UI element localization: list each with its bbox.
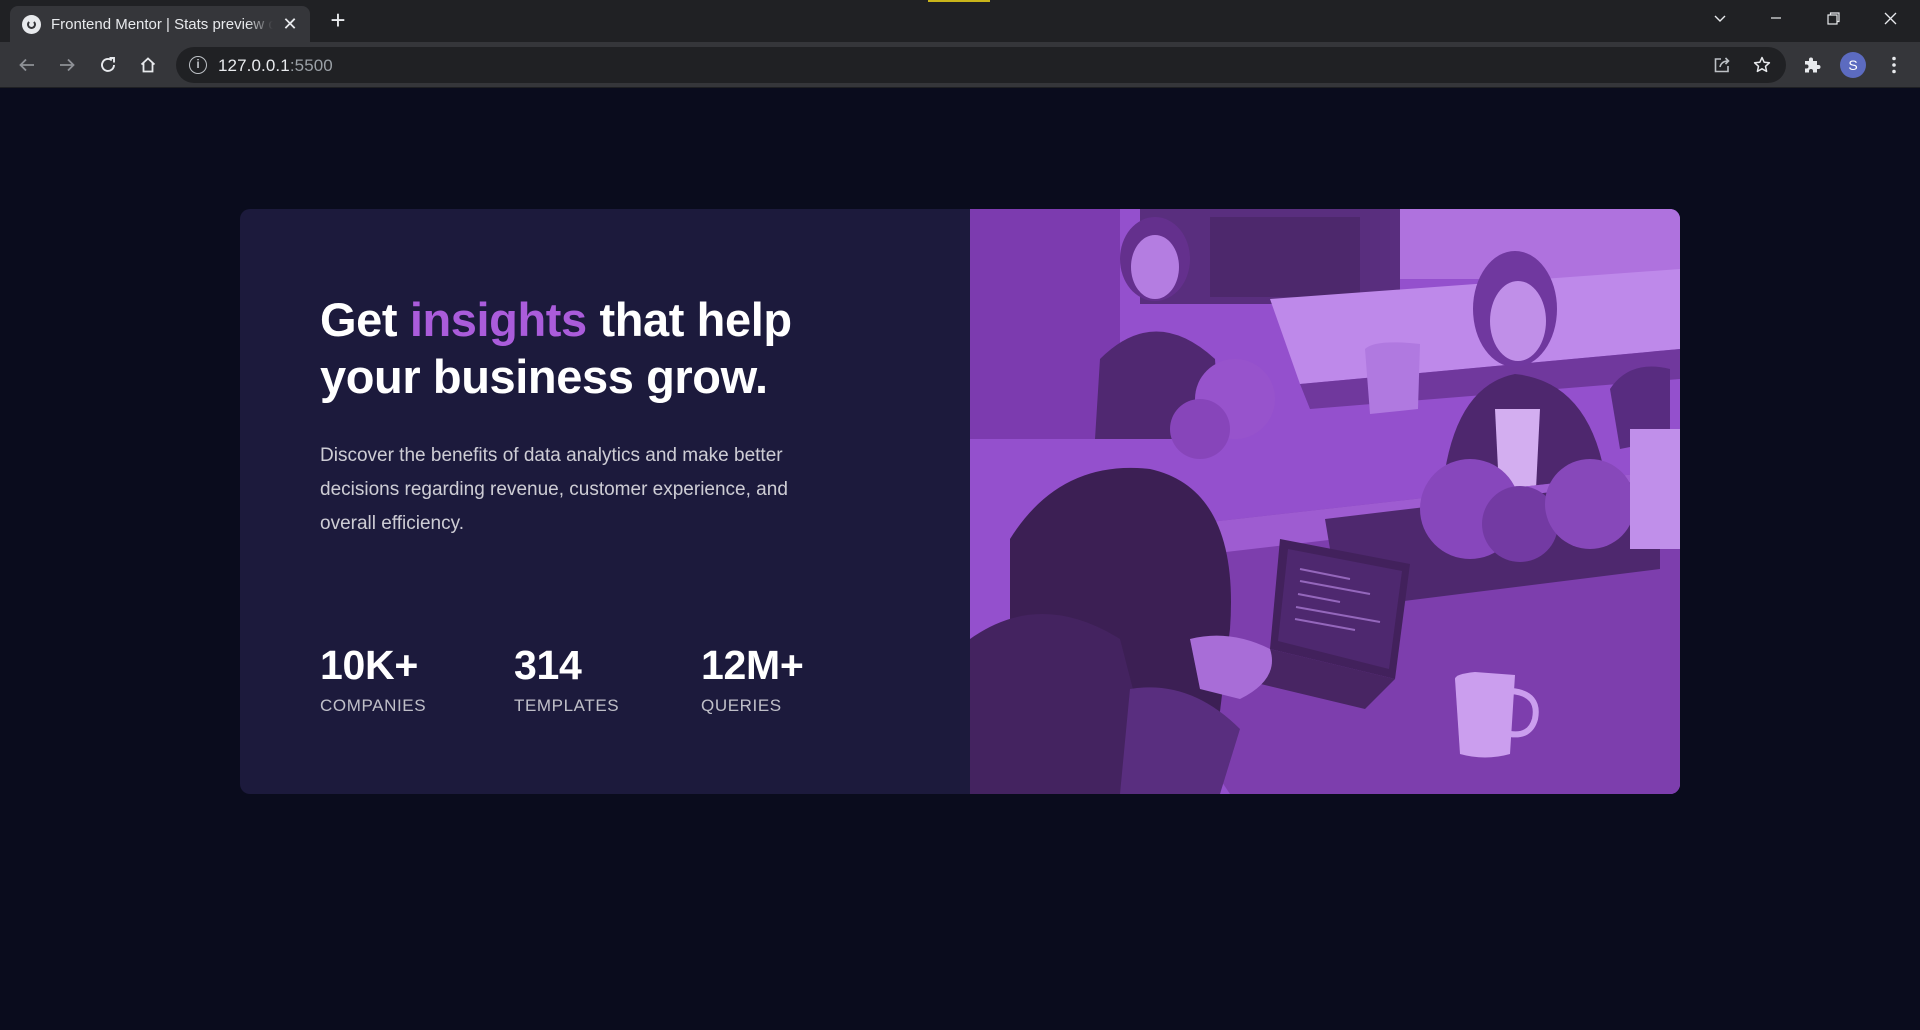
star-icon xyxy=(1753,56,1771,73)
card-description: Discover the benefits of data analytics … xyxy=(320,445,788,534)
stat-queries: 12M+ QUERIES xyxy=(701,642,804,716)
stat-label: TEMPLATES xyxy=(514,696,620,715)
site-info-icon[interactable]: i xyxy=(189,56,207,74)
browser-toolbar: i 127.0.0.1:5500 S xyxy=(0,42,1920,88)
office-photo-illustration xyxy=(970,209,1680,794)
home-icon xyxy=(140,57,156,73)
reload-button[interactable] xyxy=(91,48,125,82)
bookmark-button[interactable] xyxy=(1750,53,1774,77)
card-headline: Get insights that help your business gro… xyxy=(320,291,880,405)
new-tab-button[interactable]: + xyxy=(326,7,350,33)
url-port: :5500 xyxy=(289,56,333,75)
chevron-down-icon xyxy=(1714,15,1726,22)
office-photo xyxy=(970,209,1680,794)
reload-icon xyxy=(101,57,115,72)
restore-icon xyxy=(1826,11,1840,25)
stats-preview-card: Get insights that help your business gro… xyxy=(240,209,1680,794)
address-bar[interactable]: i 127.0.0.1:5500 xyxy=(176,47,1786,83)
browser-tab[interactable]: Frontend Mentor | Stats preview card com… xyxy=(10,6,310,42)
more-vertical-icon xyxy=(1892,56,1896,74)
minimize-button[interactable] xyxy=(1748,0,1804,36)
tab-search-button[interactable] xyxy=(1692,0,1748,36)
headline-accent: insights xyxy=(409,293,587,346)
stat-value: 12M+ xyxy=(701,642,804,688)
arrow-right-icon xyxy=(60,58,75,72)
stat-templates: 314 TEMPLATES xyxy=(514,642,619,716)
address-url[interactable]: 127.0.0.1:5500 xyxy=(218,56,333,76)
tab-title: Frontend Mentor | Stats preview card com… xyxy=(51,15,273,33)
forward-button[interactable] xyxy=(50,48,84,82)
arrow-left-icon xyxy=(19,58,34,72)
stat-label: COMPANIES xyxy=(320,696,427,715)
url-host: 127.0.0.1 xyxy=(218,56,290,75)
back-button[interactable] xyxy=(10,48,44,82)
browser-menu-button[interactable] xyxy=(1880,51,1908,79)
share-icon xyxy=(1714,57,1730,73)
tab-close-icon[interactable]: ✕ xyxy=(280,14,300,34)
close-icon xyxy=(1884,12,1896,24)
headline-start: Get xyxy=(320,293,410,346)
stat-value: 10K+ xyxy=(320,642,418,688)
profile-avatar[interactable]: S xyxy=(1840,52,1866,78)
tab-favicon-icon xyxy=(22,14,41,34)
stat-label: QUERIES xyxy=(701,696,782,715)
media-indicator xyxy=(928,0,990,2)
browser-tab-strip: Frontend Mentor | Stats preview card com… xyxy=(0,0,1920,42)
stat-value: 314 xyxy=(514,642,582,688)
home-button[interactable] xyxy=(131,48,165,82)
extensions-button[interactable] xyxy=(1798,51,1826,79)
stat-companies: 10K+ COMPANIES xyxy=(320,642,426,716)
puzzle-icon xyxy=(1805,57,1821,73)
page-viewport: Get insights that help your business gro… xyxy=(0,89,1920,1030)
minimize-icon xyxy=(1771,17,1781,19)
card-text-panel: Get insights that help your business gro… xyxy=(240,209,970,794)
restore-button[interactable] xyxy=(1805,0,1861,36)
close-window-button[interactable] xyxy=(1862,0,1918,36)
share-button[interactable] xyxy=(1710,53,1734,77)
